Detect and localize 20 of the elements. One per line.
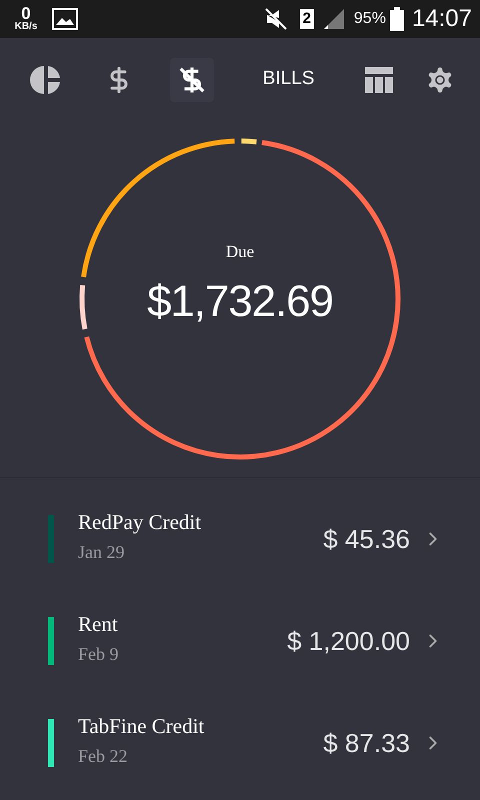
bill-date: Feb 22 bbox=[78, 746, 128, 764]
bill-name: RedPay Credit bbox=[78, 512, 202, 532]
bill-date: Jan 29 bbox=[78, 542, 126, 560]
bill-amount: $ 1,200.00 bbox=[287, 624, 410, 658]
battery-percent: 95% bbox=[354, 8, 386, 29]
sim-badge: 2 bbox=[300, 8, 314, 29]
bill-row[interactable]: TabFine Credit Feb 22 $ 87.33 bbox=[0, 698, 480, 800]
network-speed: 0 bbox=[21, 5, 31, 22]
due-label: Due bbox=[226, 241, 254, 264]
screen-title: BILLS bbox=[262, 67, 316, 92]
bill-date: Feb 9 bbox=[78, 644, 118, 662]
bill-row[interactable]: RedPay Credit Jan 29 $ 45.36 bbox=[0, 494, 480, 596]
bill-row[interactable]: Rent Feb 9 $ 1,200.00 bbox=[0, 596, 480, 698]
bill-name: Rent bbox=[78, 614, 118, 634]
bill-name: TabFine Credit bbox=[78, 716, 204, 736]
bill-amount: $ 87.33 bbox=[323, 726, 410, 760]
due-amount: $1,732.69 bbox=[147, 276, 333, 328]
bill-amount: $ 45.36 bbox=[323, 522, 410, 556]
clock: 14:07 bbox=[412, 4, 472, 34]
speed-unit: KB/s bbox=[14, 22, 38, 32]
